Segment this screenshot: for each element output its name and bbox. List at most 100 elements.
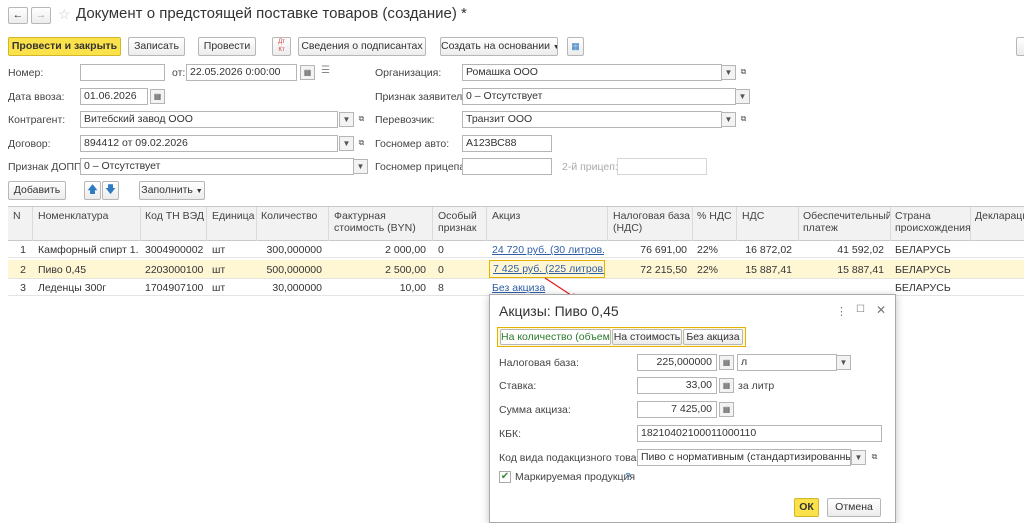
goods-code-label: Код вида подакцизного товара: [499,452,652,464]
calculator-icon[interactable]: ▦ [719,402,734,417]
date-field[interactable]: 22.05.2026 0:00:00 [186,64,297,81]
marked-label[interactable]: Маркируемая продукция [515,470,635,484]
post-and-close-button[interactable]: Провести и закрыть [8,37,121,56]
contract-field[interactable]: 894412 от 09.02.2026 [80,135,338,152]
import-date-field[interactable]: 01.06.2026 [80,88,148,105]
col-country[interactable]: Страна происхождения [895,210,971,234]
excise-link[interactable]: 24 720 руб. (30 литров... [492,243,604,257]
star-icon[interactable]: ☆ [58,6,71,23]
auto-plate-field[interactable]: А123ВС88 [462,135,552,152]
add-button[interactable]: Добавить [8,181,66,200]
tab-no-excise[interactable]: Без акциза [683,329,743,345]
table-row[interactable]: 2 Пиво 0,45 2203000100 шт 500,000000 2 5… [8,260,1024,279]
calculator-icon[interactable]: ▦ [719,378,734,393]
tab-quantity[interactable]: На количество (объем) [500,329,611,345]
dropdown-icon[interactable]: ▼ [721,65,736,80]
dropdown-icon[interactable]: ▼ [353,159,368,174]
maximize-icon[interactable]: ☐ [856,304,865,315]
dropdown-icon[interactable]: ▼ [735,89,750,104]
dropdown-icon[interactable]: ▼ [836,355,851,370]
more-button[interactable] [1016,37,1024,56]
forward-button[interactable]: → [31,7,51,24]
arrow-down-icon: 🡇 [105,184,116,196]
col-n[interactable]: N [13,210,21,222]
open-icon[interactable]: ⧉ [867,450,882,465]
calendar-icon[interactable]: ▦ [300,65,315,80]
move-down-button[interactable]: 🡇 [102,181,119,200]
fill-button[interactable]: Заполнить ▼ [139,181,205,200]
help-icon[interactable]: ? [625,470,631,484]
dt-kt-button[interactable]: Дт Кт [272,37,291,56]
col-tax-base[interactable]: Налоговая база (НДС) [613,210,693,234]
save-button[interactable]: Записать [128,37,185,56]
col-invoice-cost[interactable]: Фактурная стоимость (BYN) [334,210,426,234]
goods-code-field[interactable]: Пиво с нормативным (стандартизированным)… [637,449,851,466]
unit-field[interactable]: л [737,354,837,371]
import-date-label: Дата ввоза: [8,91,65,103]
declarant-label: Признак заявителя: [375,91,471,103]
fill-icon[interactable]: ☰ [321,65,330,76]
counterparty-label: Контрагент: [8,114,66,126]
table-icon[interactable]: ▦ [567,37,584,56]
more-vertical-icon[interactable]: ⋮ [836,305,847,318]
arrow-up-icon: 🡅 [87,184,98,196]
trailer2-field[interactable] [617,158,707,175]
rate-field[interactable]: 33,00 [637,377,717,394]
col-excise[interactable]: Акциз [492,210,520,222]
carrier-label: Перевозчик: [375,114,435,126]
kbk-field[interactable]: 18210402100011000110 [637,425,882,442]
rate-unit-label: за литр [738,380,775,392]
excise-sum-label: Сумма акциза: [499,404,571,416]
open-icon[interactable]: ⧉ [736,112,751,127]
trailer2-label: 2-й прицеп: [562,161,618,173]
kbk-label: КБК: [499,428,522,440]
col-vat-rate[interactable]: % НДС [697,210,732,222]
chevron-down-icon: ▼ [553,44,557,51]
col-special-sign[interactable]: Особый признак [438,210,483,234]
post-button[interactable]: Провести [198,37,256,56]
col-security-payment[interactable]: Обеспечительный платеж [803,210,892,234]
create-based-on-button[interactable]: Создать на основании ▼ [440,37,558,56]
auto-plate-label: Госномер авто: [375,138,450,150]
move-up-button[interactable]: 🡅 [84,181,101,200]
back-button[interactable]: ← [8,7,28,24]
open-icon[interactable]: ⧉ [736,65,751,80]
trailer-label: Госномер прицепа: [375,161,469,173]
dopp-field[interactable]: 0 – Отсутствует [80,158,354,175]
tax-base-field[interactable]: 225,000000 [637,354,717,371]
calendar-icon[interactable]: ▦ [150,89,165,104]
table-header: N Номенклатура Код ТН ВЭД Единица Количе… [8,207,1024,241]
ok-button[interactable]: ОК [794,498,819,517]
counterparty-field[interactable]: Витебский завод ООО [80,111,338,128]
open-icon[interactable]: ⧉ [354,136,369,151]
number-label: Номер: [8,67,44,79]
col-vat[interactable]: НДС [742,210,764,222]
trailer-field[interactable] [462,158,552,175]
marked-checkbox[interactable]: ✔ [499,471,511,483]
dropdown-icon[interactable]: ▼ [851,450,866,465]
col-nomenclature[interactable]: Номенклатура [38,210,108,222]
carrier-field[interactable]: Транзит ООО [462,111,722,128]
col-quantity[interactable]: Количество [261,210,317,222]
org-label: Организация: [375,67,442,79]
cancel-button[interactable]: Отмена [827,498,881,517]
col-unit[interactable]: Единица [212,210,255,222]
calculator-icon[interactable]: ▦ [719,355,734,370]
dropdown-icon[interactable]: ▼ [339,136,354,151]
dropdown-icon[interactable]: ▼ [339,112,354,127]
dropdown-icon[interactable]: ▼ [721,112,736,127]
number-field[interactable] [80,64,165,81]
excise-sum-field[interactable]: 7 425,00 [637,401,717,418]
close-icon[interactable]: ✕ [876,303,886,317]
open-icon[interactable]: ⧉ [354,112,369,127]
declarant-field[interactable]: 0 – Отсутствует [462,88,736,105]
table-row[interactable]: 1 Камфорный спирт 1... 3004900002 шт 300… [8,242,1024,258]
dialog-title: Акцизы: Пиво 0,45 [499,303,619,319]
col-declaration[interactable]: Деклараци [975,210,1024,222]
page-title: Документ о предстоящей поставке товаров … [76,5,467,22]
col-tnved[interactable]: Код ТН ВЭД [145,210,204,222]
org-field[interactable]: Ромашка ООО [462,64,722,81]
rate-label: Ставка: [499,380,537,392]
tab-cost[interactable]: На стоимость [612,329,682,345]
signers-button[interactable]: Сведения о подписантах [298,37,426,56]
